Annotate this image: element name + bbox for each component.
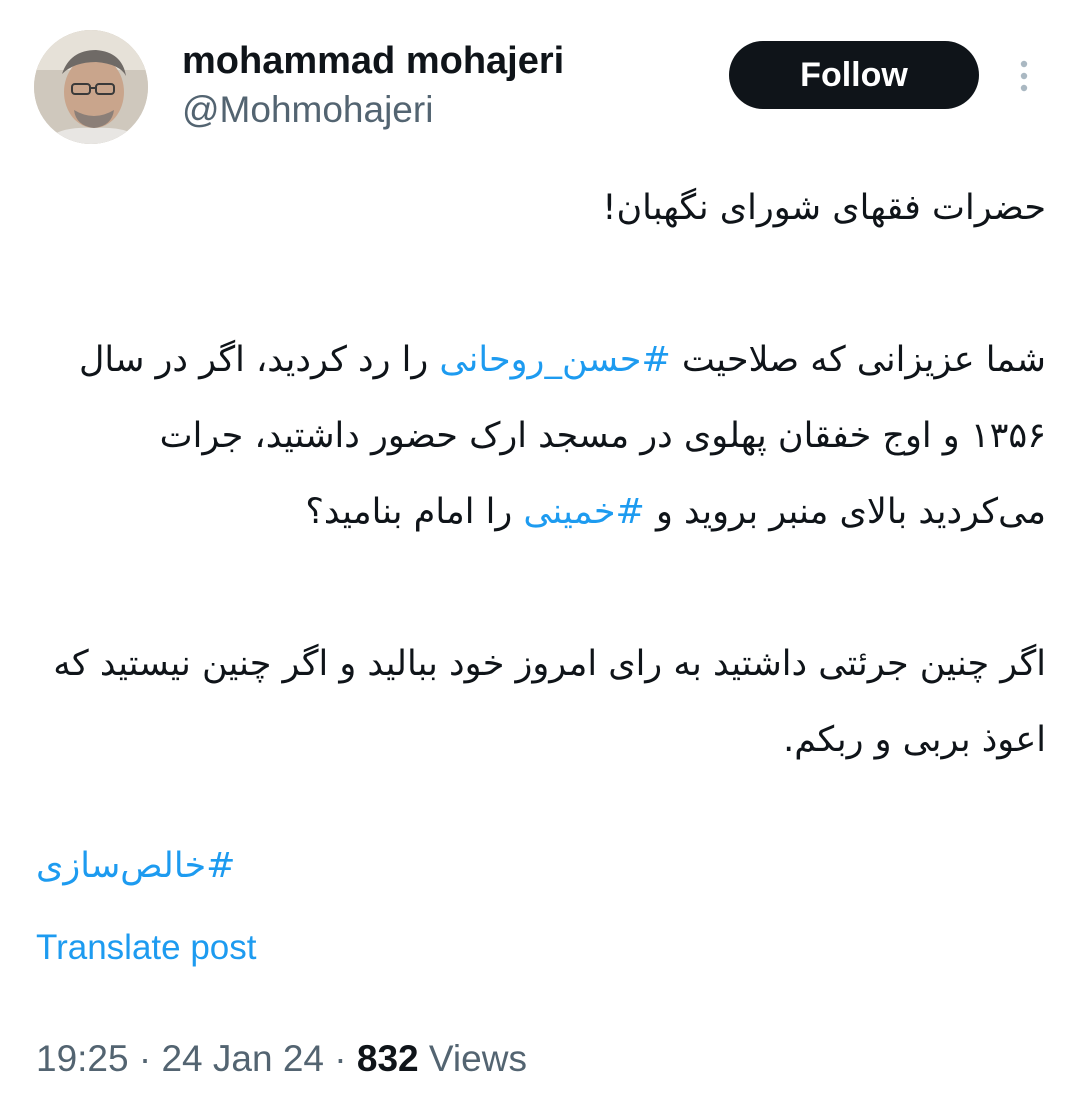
views-count[interactable]: 832 (357, 1038, 419, 1079)
hashtag-link-rouhani[interactable]: #حسن_روحانی (439, 340, 670, 380)
hashtag-link-purification[interactable]: #خالص‌سازی (36, 846, 235, 886)
tweet-metadata: 19:25 · 24 Jan 24 · 832 Views (36, 1036, 527, 1082)
avatar[interactable] (34, 30, 148, 144)
tweet-time[interactable]: 19:25 (36, 1038, 129, 1079)
views-label: Views (418, 1038, 527, 1079)
hashtag-link-khomeini[interactable]: #خمینی (523, 492, 645, 532)
tweet-header: mohammad mohajeri @Mohmohajeri Follow (0, 0, 1080, 160)
meta-separator: · (324, 1038, 357, 1079)
tweet-text: حضرات فقهای شورای نگهبان! شما عزیزانی که… (36, 170, 1046, 778)
avatar-photo (34, 30, 148, 144)
translate-post-link[interactable]: Translate post (36, 926, 256, 970)
display-name[interactable]: mohammad mohajeri (182, 38, 564, 84)
tweet-paragraph-question: شما عزیزانی که صلاحیت #حسن_روحانی را رد … (36, 322, 1046, 550)
hashtag-line: #خالص‌سازی (36, 828, 336, 904)
follow-button[interactable]: Follow (729, 41, 979, 109)
tweet-text-segment: را امام بنامید؟ (305, 492, 524, 532)
tweet-line-greeting: حضرات فقهای شورای نگهبان! (602, 188, 1046, 228)
user-handle[interactable]: @Mohmohajeri (182, 88, 433, 132)
tweet-paragraph-closing: اگر چنین جرئتی داشتید به رای امروز خود ب… (53, 644, 1046, 760)
tweet-text-segment: شما عزیزانی که صلاحیت (670, 340, 1046, 380)
meta-separator: · (128, 1038, 162, 1079)
tweet-date[interactable]: 24 Jan 24 (161, 1038, 324, 1079)
more-vertical-icon[interactable] (1010, 56, 1038, 96)
